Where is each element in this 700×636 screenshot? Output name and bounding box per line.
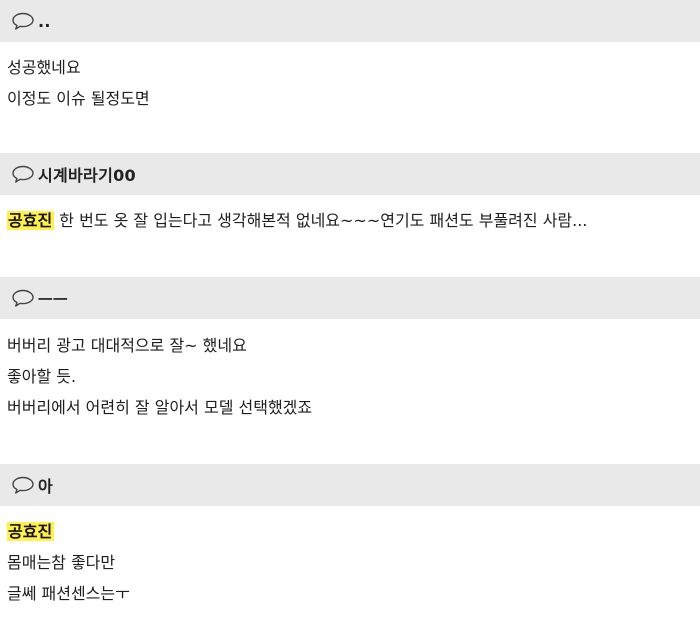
comment-nickname[interactable]: 아 [38, 473, 53, 497]
speech-bubble-icon [11, 289, 35, 307]
comment-line: 버버리에서 어련히 잘 알아서 모델 선택했겠죠 [7, 398, 313, 417]
comment-list: .. 성공했네요 이정도 이슈 될정도면 시계바라기00 공효진 한 번도 옷 … [0, 0, 700, 636]
comment-text: 한 번도 옷 잘 입는다고 생각해본적 없네요~~~연기도 패션도 부풀려진 사… [54, 211, 588, 230]
comment-header: ㅡㅡ [0, 277, 700, 319]
comment-body: 버버리 광고 대대적으로 잘~ 했네요 좋아할 듯. 버버리에서 어련히 잘 알… [7, 330, 692, 423]
speech-bubble-icon [11, 12, 35, 30]
comment-nickname[interactable]: 시계바라기00 [38, 162, 136, 186]
comment-nickname[interactable]: .. [38, 12, 51, 31]
comment-line: 이정도 이슈 될정도면 [7, 89, 150, 108]
comment-header: .. [0, 0, 700, 42]
comment-line: 몸매는참 좋다만 [7, 553, 116, 572]
comment-line: 버버리 광고 대대적으로 잘~ 했네요 [7, 336, 247, 355]
comment-line: 성공했네요 [7, 58, 81, 77]
comment-body: 공효진 몸매는참 좋다만 글쎄 패션센스는ㅜ [7, 516, 692, 609]
comment-body: 공효진 한 번도 옷 잘 입는다고 생각해본적 없네요~~~연기도 패션도 부풀… [7, 205, 692, 236]
highlighted-keyword: 공효진 [7, 211, 55, 230]
speech-bubble-icon [11, 165, 35, 183]
highlighted-keyword: 공효진 [7, 522, 55, 541]
comment-line: 공효진 한 번도 옷 잘 입는다고 생각해본적 없네요~~~연기도 패션도 부풀… [7, 205, 692, 236]
comment-body: 성공했네요 이정도 이슈 될정도면 [7, 52, 692, 114]
comment-header: 아 [0, 464, 700, 506]
comment-header: 시계바라기00 [0, 153, 700, 195]
comment-line: 글쎄 패션센스는ㅜ [7, 584, 130, 603]
comment-nickname[interactable]: ㅡㅡ [38, 286, 68, 310]
comment-line: 공효진 [7, 516, 692, 547]
speech-bubble-icon [11, 476, 35, 494]
comment-line: 좋아할 듯. [7, 367, 77, 386]
